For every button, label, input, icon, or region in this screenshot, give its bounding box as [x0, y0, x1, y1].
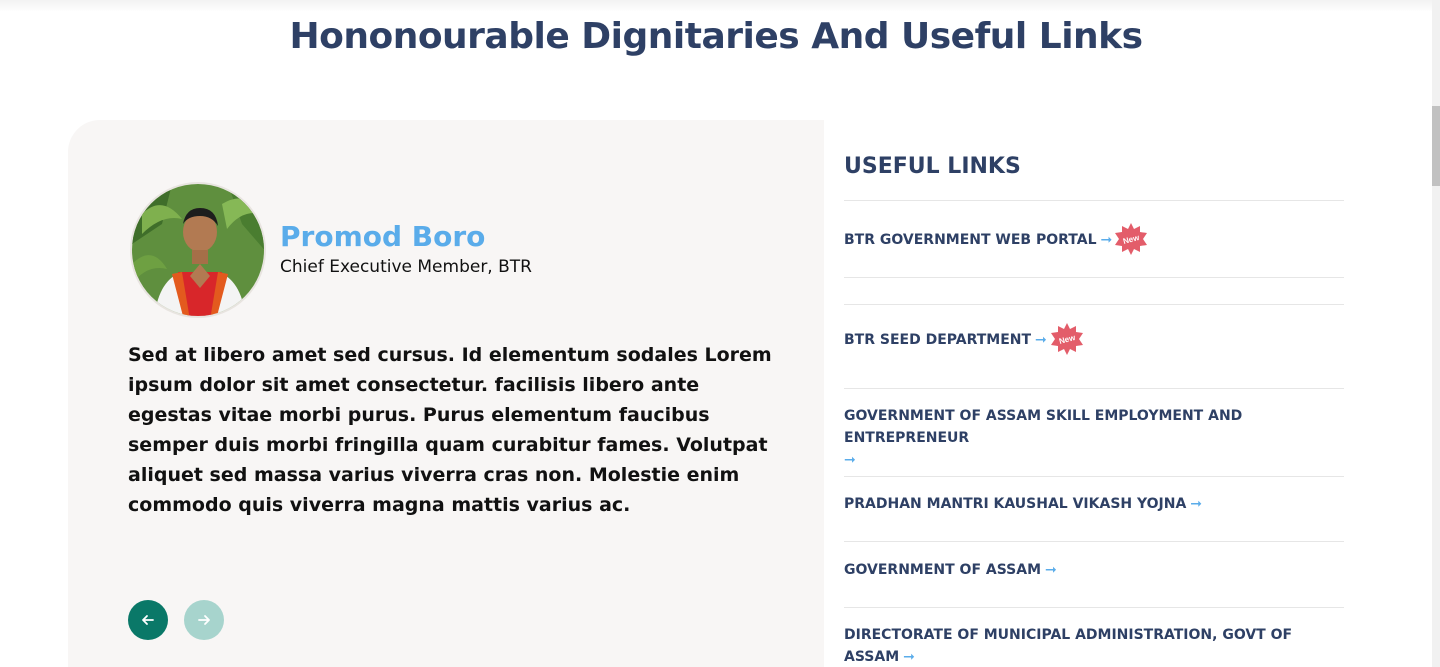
- link-label: BTR SEED DEPARTMENT: [844, 332, 1032, 348]
- arrow-right-icon: ➞: [844, 452, 856, 468]
- link-label: GOVERNMENT OF ASSAM SKILL EMPLOYMENT AND…: [844, 408, 1243, 446]
- scrollbar-thumb[interactable]: [1432, 106, 1440, 186]
- arrow-right-icon: ➞: [1045, 562, 1057, 578]
- link-label: PRADHAN MANTRI KAUSHAL VIKASH YOJNA: [844, 496, 1187, 512]
- link-label: GOVERNMENT OF ASSAM: [844, 562, 1042, 578]
- divider: [844, 304, 1344, 305]
- new-badge-icon: New: [1115, 223, 1147, 255]
- dignitary-name: Promod Boro: [280, 220, 486, 253]
- divider: [844, 277, 1344, 278]
- dignitary-quote: Sed at libero amet sed cursus. Id elemen…: [128, 344, 772, 516]
- link-government-of-assam[interactable]: GOVERNMENT OF ASSAM ➞: [844, 559, 1344, 581]
- arrow-right-icon: ➞: [903, 649, 915, 665]
- dignitary-avatar: [130, 182, 266, 318]
- divider: [844, 476, 1344, 477]
- dignitary-role: Chief Executive Member, BTR: [280, 257, 532, 277]
- arrow-right-icon: [198, 615, 210, 625]
- arrow-right-icon: ➞: [1100, 232, 1113, 248]
- arrow-right-icon: ➞: [1035, 332, 1047, 348]
- link-directorate-municipal-administration[interactable]: DIRECTORATE OF MUNICIPAL ADMINISTRATION,…: [844, 624, 1344, 667]
- divider: [844, 388, 1344, 389]
- divider: [844, 607, 1344, 608]
- header-shadow: [0, 0, 1432, 12]
- arrow-left-icon: [142, 615, 154, 625]
- useful-links-title: USEFUL LINKS: [844, 154, 1021, 179]
- divider: [844, 200, 1344, 201]
- arrow-right-icon: ➞: [1190, 496, 1203, 512]
- dignitary-card: Promod Boro Chief Executive Member, BTR …: [68, 120, 824, 667]
- link-label: BTR GOVERNMENT WEB PORTAL: [844, 232, 1097, 248]
- carousel-next-button[interactable]: [184, 600, 224, 640]
- carousel-prev-button[interactable]: [128, 600, 168, 640]
- section-title: Hononourable Dignitaries And Useful Link…: [289, 16, 1143, 57]
- divider: [844, 541, 1344, 542]
- scrollbar-track[interactable]: [1432, 0, 1440, 667]
- link-btr-government-web-portal[interactable]: BTR GOVERNMENT WEB PORTAL ➞: [844, 229, 1344, 251]
- link-assam-skill-employment[interactable]: GOVERNMENT OF ASSAM SKILL EMPLOYMENT AND…: [844, 405, 1344, 471]
- link-pradhan-mantri-kaushal-vikash-yojna[interactable]: PRADHAN MANTRI KAUSHAL VIKASH YOJNA ➞: [844, 493, 1344, 515]
- new-badge-icon: New: [1051, 323, 1083, 355]
- link-btr-seed-department[interactable]: BTR SEED DEPARTMENT ➞: [844, 329, 1344, 351]
